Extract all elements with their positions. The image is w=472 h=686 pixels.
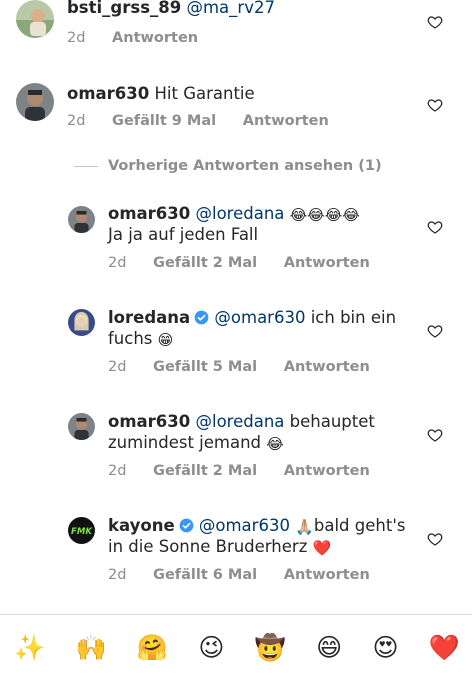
reply-comment: omar630 @loredana behauptet zumindest je… [0, 408, 472, 488]
comment-body: Ja ja auf jeden Fall [108, 225, 259, 244]
verified-badge-icon [179, 518, 194, 533]
heart-outline-icon[interactable] [427, 323, 443, 339]
comment-text: bsti_grss_89 @ma_rv27 [67, 0, 275, 18]
mention[interactable]: @omar630 [214, 308, 305, 327]
comment-text: omar630 Hit Garantie [67, 83, 255, 104]
comment: omar630 Hit Garantie 2d Gefällt 9 Mal An… [0, 80, 472, 140]
reply-comment: FMK kayone @omar630 🙏🏼bald geht's in die… [0, 512, 472, 592]
heart-outline-icon[interactable] [427, 97, 443, 113]
avatar[interactable] [68, 206, 95, 233]
comment-text: loredana @omar630 ich bin ein fuchs 😁 [108, 307, 408, 349]
timestamp: 2d [67, 113, 86, 129]
like-count[interactable]: Gefällt 2 Mal [153, 255, 257, 271]
emoji: ❤️ [312, 539, 332, 557]
comment-text: omar630 @loredana behauptet zumindest je… [108, 411, 408, 453]
mention[interactable]: @omar630 [199, 516, 290, 535]
comment-text: kayone @omar630 🙏🏼bald geht's in die Son… [108, 515, 428, 557]
emoji-raising-hands-button[interactable]: 🙌 [75, 633, 106, 663]
avatar[interactable]: FMK [68, 517, 95, 544]
username[interactable]: loredana [108, 308, 190, 327]
like-count[interactable]: Gefällt 5 Mal [153, 359, 257, 375]
mention[interactable]: @loredana [196, 412, 285, 431]
mention[interactable]: @ma_rv27 [186, 0, 274, 17]
emoji-cowboy-button[interactable]: 🤠 [255, 633, 286, 663]
avatar[interactable] [16, 83, 54, 121]
avatar[interactable] [68, 309, 95, 336]
timestamp: 2d [108, 255, 127, 271]
like-count[interactable]: Gefällt 9 Mal [112, 113, 216, 129]
comment-text: omar630 @loredana 😂😂😂😂 Ja ja auf jeden F… [108, 203, 408, 245]
emoji-hugging-button[interactable]: 🤗 [137, 633, 168, 663]
heart-outline-icon[interactable] [427, 219, 443, 235]
emoji-quick-reply-bar: ✨ 🙌 🤗 😉 🤠 😄 😍 ❤️ [14, 628, 460, 668]
avatar-photo-icon [68, 206, 95, 233]
avatar[interactable] [16, 0, 54, 38]
emoji-winking-button[interactable]: 😉 [198, 633, 224, 663]
reply-button[interactable]: Antworten [284, 255, 370, 271]
username[interactable]: omar630 [108, 204, 190, 223]
comment-body: zumindest jemand [108, 433, 262, 452]
reply-button[interactable]: Antworten [284, 567, 370, 583]
heart-outline-icon[interactable] [427, 427, 443, 443]
comment-body: fuchs [108, 329, 153, 348]
username[interactable]: bsti_grss_89 [67, 0, 181, 17]
username[interactable]: kayone [108, 516, 175, 535]
emoji-sparkles-button[interactable]: ✨ [14, 633, 45, 663]
like-count[interactable]: Gefällt 2 Mal [153, 463, 257, 479]
avatar-photo-icon [68, 413, 95, 440]
timestamp: 2d [108, 463, 127, 479]
timestamp: 2d [108, 359, 127, 375]
reply-comment: omar630 @loredana 😂😂😂😂 Ja ja auf jeden F… [0, 200, 472, 280]
view-previous-replies-button[interactable]: Vorherige Antworten ansehen (1) [74, 158, 382, 174]
reply-button[interactable]: Antworten [112, 30, 198, 46]
comment-meta: 2d Gefällt 2 Mal Antworten [108, 255, 370, 271]
comment-meta: 2d Gefällt 2 Mal Antworten [108, 463, 370, 479]
mention[interactable]: @loredana [196, 204, 285, 223]
emoji-grinning-button[interactable]: 😄 [316, 633, 342, 663]
timestamp: 2d [108, 567, 127, 583]
view-replies-label[interactable]: Vorherige Antworten ansehen (1) [108, 158, 382, 174]
comment-body: behauptet [289, 412, 375, 431]
emoji: 😁 [157, 331, 174, 349]
svg-text:FMK: FMK [71, 527, 93, 537]
emoji-red-heart-button[interactable]: ❤️ [429, 633, 460, 663]
divider [0, 614, 472, 615]
comment-body: Hit Garantie [154, 84, 255, 103]
reply-comment: loredana @omar630 ich bin ein fuchs 😁 2d… [0, 304, 472, 384]
avatar-photo-icon [16, 0, 54, 38]
username[interactable]: omar630 [108, 412, 190, 431]
username[interactable]: omar630 [67, 84, 149, 103]
comment-body: bald geht's [313, 516, 406, 535]
like-count[interactable]: Gefällt 6 Mal [153, 567, 257, 583]
heart-outline-icon[interactable] [427, 531, 443, 547]
emoji: 😂 [266, 435, 284, 453]
comment-meta: 2d Gefällt 5 Mal Antworten [108, 359, 370, 375]
comment-body: ich bin ein [310, 308, 397, 327]
divider-line [74, 165, 98, 167]
verified-badge-icon [194, 310, 209, 325]
avatar[interactable] [68, 413, 95, 440]
emoji-heart-eyes-button[interactable]: 😍 [372, 633, 398, 663]
comment-body: in die Sonne Bruderherz [108, 537, 308, 556]
reply-button[interactable]: Antworten [243, 113, 329, 129]
comment: bsti_grss_89 @ma_rv27 2d Antworten [0, 0, 472, 60]
emoji: 😂😂😂😂 [289, 206, 360, 224]
avatar-photo-icon: FMK [68, 517, 95, 544]
heart-outline-icon[interactable] [427, 14, 443, 30]
comment-meta: 2d Gefällt 6 Mal Antworten [108, 567, 370, 583]
reply-button[interactable]: Antworten [284, 463, 370, 479]
reply-button[interactable]: Antworten [284, 359, 370, 375]
timestamp: 2d [67, 30, 86, 46]
emoji: 🙏🏼 [295, 518, 314, 536]
avatar-photo-icon [68, 309, 95, 336]
avatar-photo-icon [16, 83, 54, 121]
comment-meta: 2d Gefällt 9 Mal Antworten [67, 113, 329, 129]
comment-meta: 2d Antworten [67, 30, 198, 46]
